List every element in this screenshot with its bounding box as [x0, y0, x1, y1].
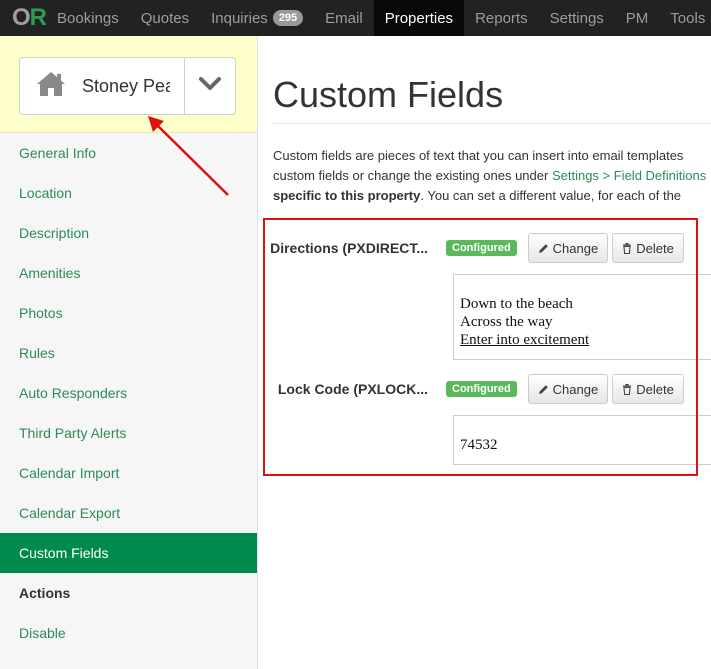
intro-line-3: specific to this property. You can set a…	[273, 186, 711, 206]
status-badge: Configured	[446, 240, 517, 256]
sidebar-item-calendar-import[interactable]: Calendar Import	[0, 453, 257, 493]
property-dropdown-toggle[interactable]	[184, 58, 235, 114]
delete-button[interactable]: Delete	[612, 374, 684, 404]
sidebar-item-disable[interactable]: Disable	[0, 613, 257, 653]
field-value-box: Down to the beach Across the way Enter i…	[453, 274, 711, 360]
trash-icon	[623, 242, 632, 254]
change-button-label: Change	[552, 381, 599, 397]
nav-settings[interactable]: Settings	[539, 0, 615, 36]
value-line: Enter into excitement	[460, 332, 590, 348]
nav-tools[interactable]: Tools	[659, 0, 711, 36]
change-button[interactable]: Change	[527, 374, 609, 404]
sidebar-item-amenities[interactable]: Amenities	[0, 253, 257, 293]
sidebar-menu: General Info Location Description Amenit…	[0, 133, 257, 653]
field-definitions-link[interactable]: Settings > Field Definitions	[552, 168, 706, 183]
pencil-icon	[538, 243, 548, 253]
nav-tools-label: Tools	[670, 9, 706, 27]
sidebar-heading-actions: Actions	[19, 585, 71, 601]
intro-line-2: custom fields or change the existing one…	[273, 166, 711, 186]
custom-field-row: Directions (PXDIRECT... Configured Chang…	[258, 233, 684, 263]
title-divider	[273, 123, 711, 124]
sidebar-item-third-party-alerts[interactable]: Third Party Alerts	[0, 413, 257, 453]
property-selector-display[interactable]: Stoney Peak	[20, 58, 184, 114]
intro-bold-text: specific to this property	[273, 188, 421, 203]
nav-reports[interactable]: Reports	[464, 0, 539, 36]
delete-button-label: Delete	[636, 381, 674, 397]
status-badge: Configured	[446, 381, 517, 397]
field-label: Lock Code (PXLOCK...	[277, 381, 428, 397]
delete-button-label: Delete	[636, 240, 674, 256]
intro-line-1: Custom fields are pieces of text that yo…	[273, 148, 684, 163]
annotation-arrow-icon	[148, 116, 229, 196]
sidebar-item-custom-fields[interactable]: Custom Fields	[0, 533, 257, 573]
nav-email[interactable]: Email	[314, 0, 374, 36]
property-name: Stoney Peak	[82, 75, 170, 96]
sidebar-item-description[interactable]: Description	[0, 213, 257, 253]
inquiries-count-badge: 295	[272, 10, 304, 26]
field-value-box: 74532	[453, 415, 711, 465]
trash-icon	[623, 383, 632, 395]
delete-button[interactable]: Delete	[612, 233, 684, 263]
intro-line-3-text: . You can set a different value, for eac…	[420, 188, 682, 203]
nav-inquiries-label: Inquiries	[211, 9, 268, 27]
chevron-down-icon	[199, 76, 221, 96]
sidebar-item-photos[interactable]: Photos	[0, 293, 257, 333]
top-navbar: OR Bookings Quotes Inquiries 295 Email P…	[0, 0, 711, 36]
nav-bookings[interactable]: Bookings	[46, 0, 130, 36]
custom-field-row: Lock Code (PXLOCK... Configured Change D…	[258, 374, 684, 404]
page-title: Custom Fields	[273, 74, 504, 115]
main-content: Custom Fields Custom fields are pieces o…	[258, 36, 711, 669]
value-line: Across the way	[460, 314, 553, 330]
sidebar-item-calendar-export[interactable]: Calendar Export	[0, 493, 257, 533]
nav-pm[interactable]: PM	[615, 0, 660, 36]
change-button-label: Change	[552, 240, 599, 256]
property-selector[interactable]: Stoney Peak	[19, 57, 236, 115]
pencil-icon	[538, 384, 548, 394]
value-line: Down to the beach	[460, 296, 573, 312]
change-button[interactable]: Change	[527, 233, 609, 263]
sidebar-item-auto-responders[interactable]: Auto Responders	[0, 373, 257, 413]
nav-inquiries[interactable]: Inquiries 295	[200, 0, 314, 36]
value-line: 74532	[460, 437, 498, 453]
intro-text: Custom fields are pieces of text that yo…	[273, 146, 711, 206]
app-logo[interactable]: OR	[0, 0, 47, 36]
house-icon	[36, 71, 66, 102]
nav-properties[interactable]: Properties	[373, 0, 465, 36]
intro-line-2-text: custom fields or change the existing one…	[273, 168, 552, 183]
sidebar-item-rules[interactable]: Rules	[0, 333, 257, 373]
field-label: Directions (PXDIRECT...	[270, 240, 428, 256]
nav-quotes[interactable]: Quotes	[130, 0, 200, 36]
